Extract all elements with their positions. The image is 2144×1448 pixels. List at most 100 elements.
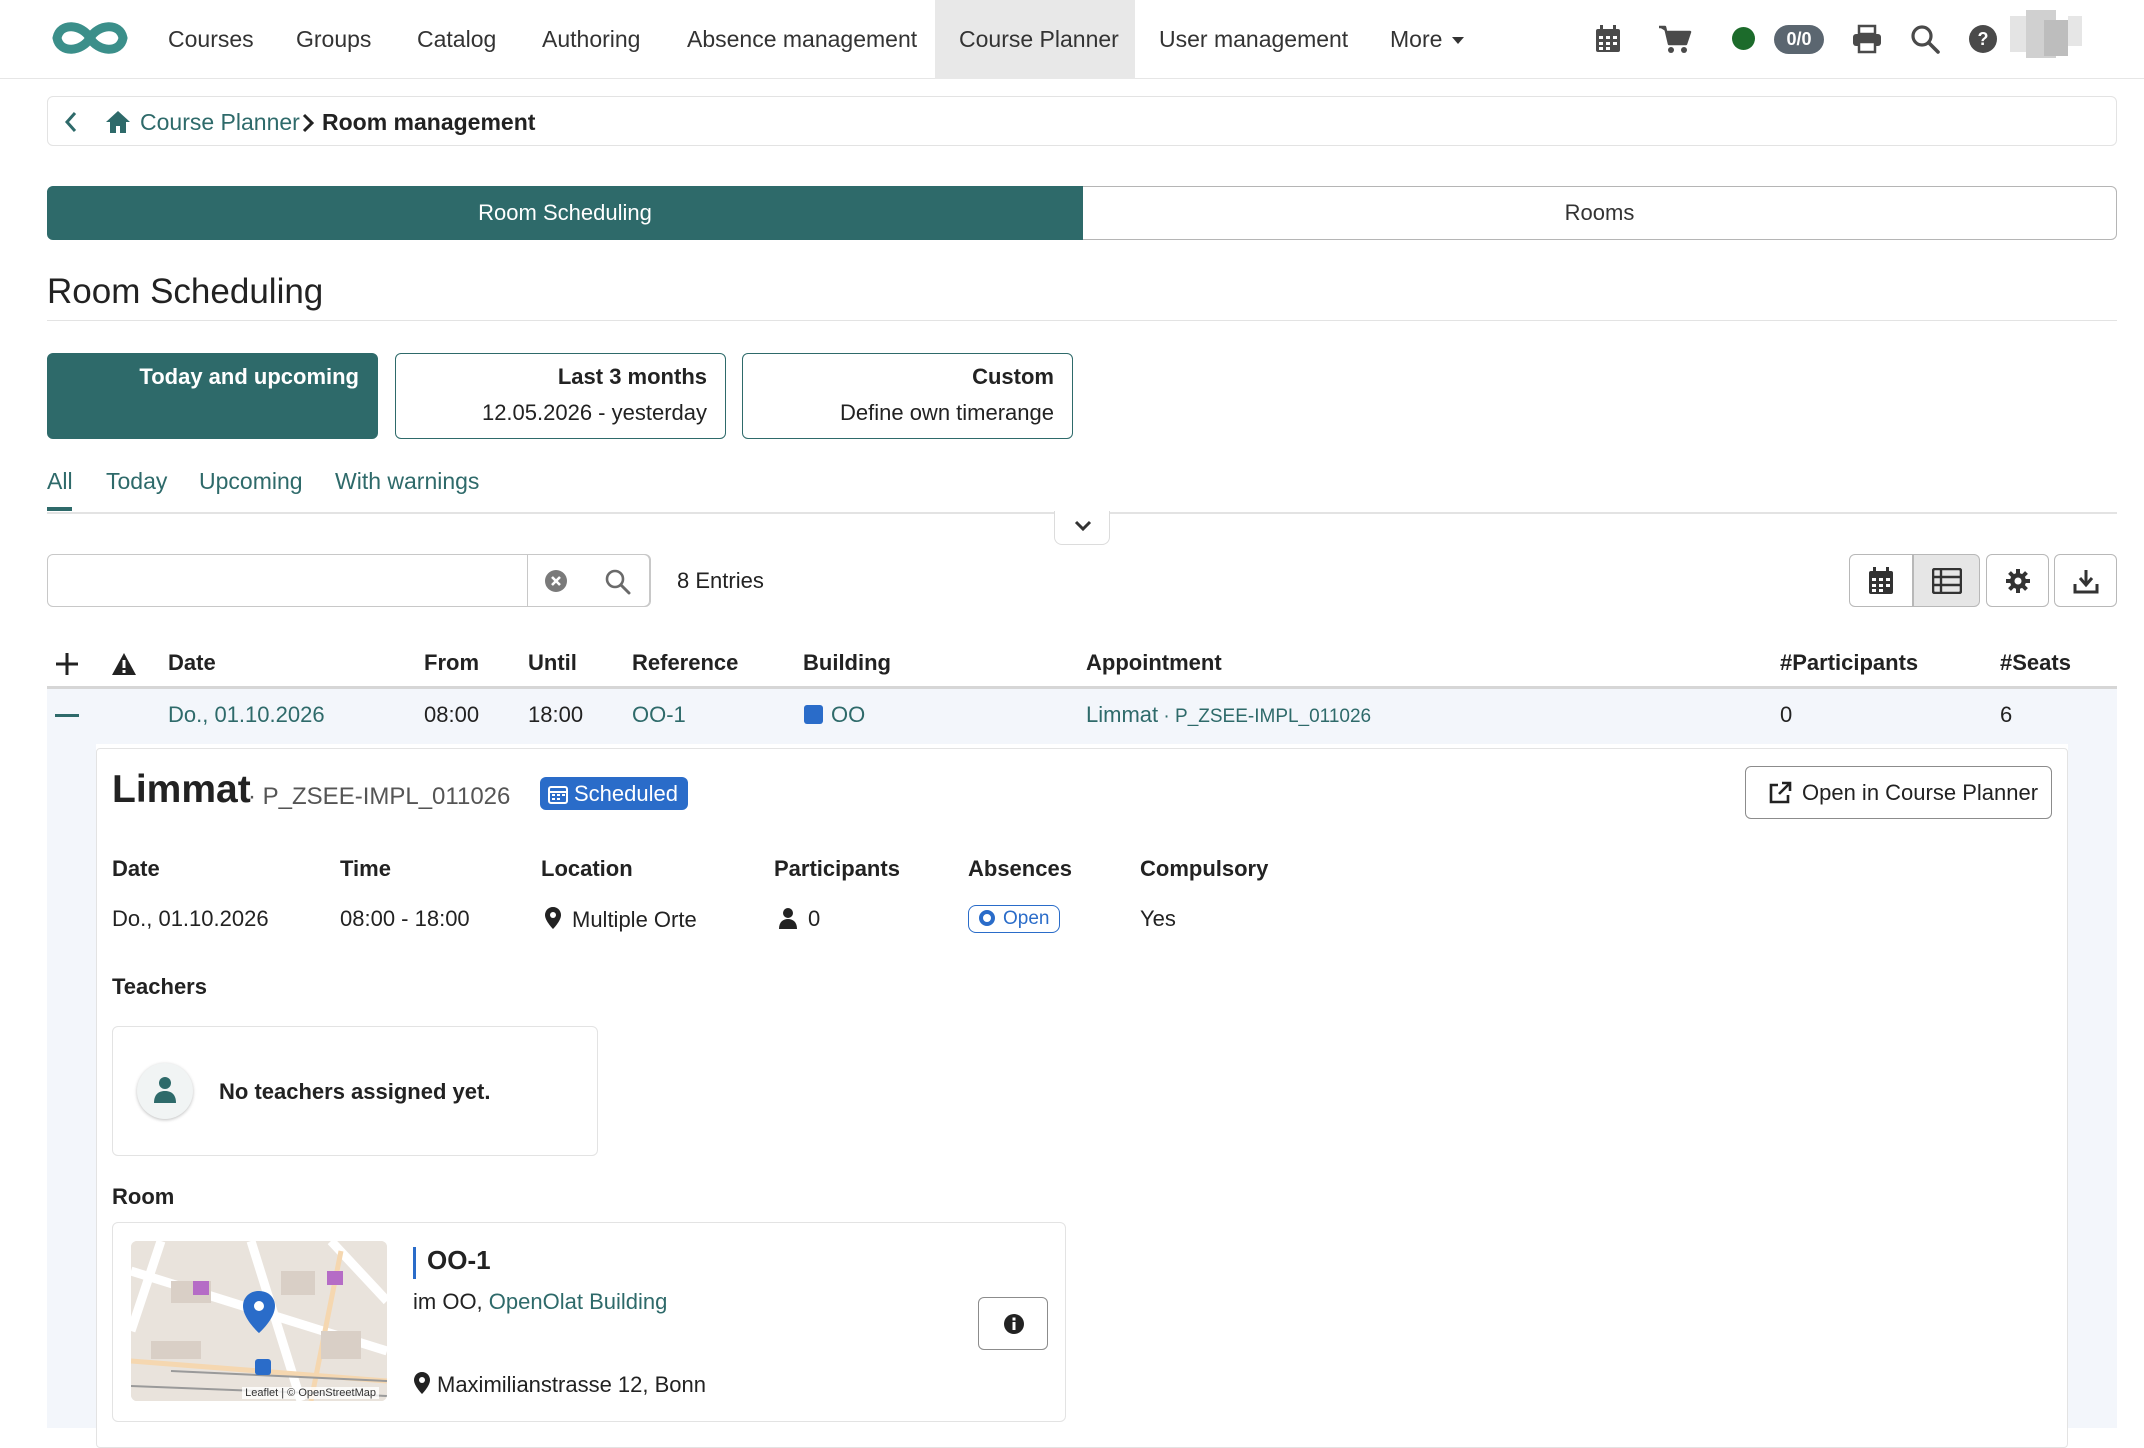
room-address: Maximilianstrasse 12, Bonn	[413, 1371, 706, 1398]
row-participants: 0	[1780, 702, 1793, 727]
row-appointment-title: Limmat	[1086, 702, 1159, 727]
download-icon	[2073, 569, 2098, 593]
search-buttons	[527, 554, 651, 607]
home-icon[interactable]	[104, 109, 132, 135]
room-heading: Room	[112, 1184, 175, 1209]
period-today-upcoming[interactable]: Today and upcoming	[47, 353, 378, 439]
label-date: Date	[112, 856, 160, 881]
circle-icon	[979, 910, 995, 926]
collapse-row-icon[interactable]	[55, 714, 79, 718]
building-color-swatch	[804, 705, 823, 724]
search-icon[interactable]	[1910, 24, 1940, 54]
download-button[interactable]	[2054, 554, 2117, 607]
row-reference[interactable]: OO-1	[632, 702, 686, 728]
open-in-course-planner-button[interactable]: Open in Course Planner	[1745, 766, 2052, 819]
gear-icon	[2005, 568, 2030, 593]
cart-icon[interactable]	[1658, 24, 1692, 54]
col-seats[interactable]: #Seats	[2000, 650, 2071, 676]
row-seats: 6	[2000, 702, 2013, 727]
warning-icon	[111, 652, 137, 676]
logo-icon[interactable]	[48, 14, 132, 62]
calendar-view-button[interactable]	[1849, 554, 1913, 607]
tab-with-warnings[interactable]: With warnings	[335, 468, 479, 495]
nav-more[interactable]: More	[1366, 0, 1488, 79]
status-badge-label: Scheduled	[574, 781, 678, 806]
back-chevron-icon[interactable]	[62, 110, 80, 134]
filter-collapse-toggle[interactable]	[1054, 511, 1110, 545]
segment-room-scheduling[interactable]: Room Scheduling	[47, 186, 1083, 240]
top-navigation: Courses Groups Catalog Authoring Absence…	[0, 0, 2144, 79]
col-building[interactable]: Building	[803, 650, 891, 676]
room-location-prefix: im OO,	[413, 1289, 483, 1314]
row-appointment-separator: ·	[1158, 706, 1176, 727]
col-until[interactable]: Until	[528, 650, 577, 676]
room-accent-bar	[413, 1247, 416, 1279]
nav-absence-management[interactable]: Absence management	[663, 0, 941, 79]
badge[interactable]: 0/0	[1774, 25, 1824, 54]
row-date[interactable]: Do., 01.10.2026	[168, 702, 325, 728]
row-from: 08:00	[424, 702, 480, 727]
status-dot[interactable]	[1732, 27, 1755, 50]
nav-user-management[interactable]: User management	[1135, 0, 1372, 79]
detail-subtitle: · P_ZSEE-IMPL_011026	[248, 783, 511, 810]
absence-status-pill: Open	[968, 905, 1061, 933]
no-teachers-message: No teachers assigned yet.	[219, 1079, 491, 1104]
svg-text:?: ?	[1978, 29, 1989, 49]
tab-today[interactable]: Today	[106, 468, 167, 495]
period-title: Today and upcoming	[139, 364, 359, 389]
nav-authoring[interactable]: Authoring	[518, 0, 664, 79]
period-subtitle: Define own timerange	[839, 400, 1054, 425]
teachers-heading: Teachers	[112, 974, 207, 999]
row-building[interactable]: OO	[831, 702, 865, 728]
calendar-icon[interactable]	[1594, 24, 1622, 54]
settings-button[interactable]	[1986, 554, 2049, 607]
value-compulsory: Yes	[1140, 906, 1176, 931]
calendar-icon	[1869, 566, 1893, 594]
clear-search-icon[interactable]	[544, 569, 568, 593]
tab-upcoming[interactable]: Upcoming	[199, 468, 303, 495]
detail-right-band	[2068, 744, 2117, 1428]
col-reference[interactable]: Reference	[632, 650, 738, 676]
value-participants-text: 0	[808, 906, 821, 931]
nav-course-planner[interactable]: Course Planner	[935, 0, 1135, 79]
map-pin-icon	[414, 1372, 430, 1394]
status-badge: Scheduled	[540, 777, 688, 810]
avatar[interactable]	[2010, 10, 2088, 58]
tab-all[interactable]: All	[47, 468, 73, 495]
col-participants[interactable]: #Participants	[1780, 650, 1918, 676]
room-card: Leaflet | © OpenStreetMap OO-1 im OO, Op…	[112, 1222, 1066, 1422]
col-appointment[interactable]: Appointment	[1086, 650, 1222, 676]
period-last-3-months[interactable]: Last 3 months 12.05.2026 - yesterday	[395, 353, 726, 439]
room-building-link[interactable]: OpenOlat Building	[489, 1289, 668, 1314]
open-in-course-planner-label: Open in Course Planner	[1802, 780, 2039, 805]
print-icon[interactable]	[1852, 24, 1882, 54]
table-view-button[interactable]	[1913, 554, 1980, 607]
label-absences: Absences	[968, 856, 1072, 881]
help-icon[interactable]: ?	[1968, 24, 1998, 54]
nav-groups[interactable]: Groups	[272, 0, 395, 79]
expand-all-icon[interactable]	[54, 651, 80, 677]
nav-courses[interactable]: Courses	[144, 0, 278, 79]
search-input[interactable]	[48, 555, 528, 606]
value-time: 08:00 - 18:00	[340, 906, 470, 931]
label-location: Location	[541, 856, 633, 881]
room-info-button[interactable]	[978, 1297, 1048, 1350]
detail-left-band	[47, 744, 96, 1428]
value-location: Multiple Orte	[544, 906, 697, 933]
label-compulsory: Compulsory	[1140, 856, 1269, 881]
col-from[interactable]: From	[424, 650, 479, 676]
row-appointment[interactable]: Limmat · P_ZSEE-IMPL_011026	[1086, 702, 1371, 728]
search-submit-icon[interactable]	[605, 569, 631, 595]
col-date[interactable]: Date	[168, 650, 216, 676]
caret-down-icon	[1452, 37, 1465, 45]
table-row[interactable]	[47, 689, 2117, 744]
room-map[interactable]: Leaflet | © OpenStreetMap	[131, 1241, 387, 1401]
map-attribution[interactable]: Leaflet | © OpenStreetMap	[242, 1387, 379, 1399]
value-location-text: Multiple Orte	[572, 907, 697, 932]
nav-catalog[interactable]: Catalog	[393, 0, 520, 79]
breadcrumb-course-planner-link[interactable]: Course Planner	[140, 109, 300, 136]
row-appointment-code: P_ZSEE-IMPL_011026	[1175, 706, 1372, 727]
period-custom[interactable]: Custom Define own timerange	[742, 353, 1073, 439]
segment-rooms[interactable]: Rooms	[1083, 186, 2117, 240]
period-subtitle: 12.05.2026 - yesterday	[481, 400, 707, 425]
